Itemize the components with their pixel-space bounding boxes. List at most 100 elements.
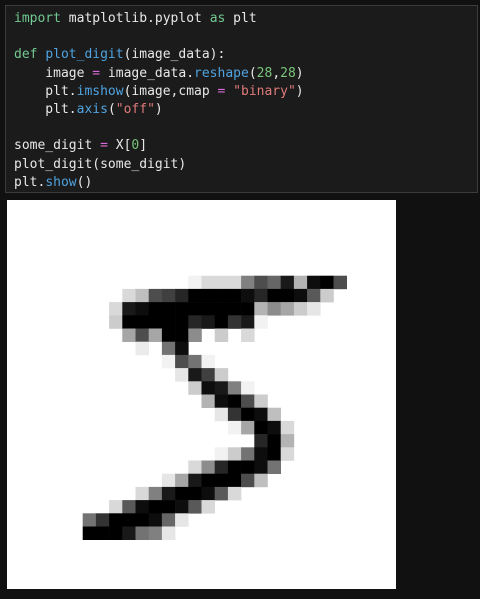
code-token: 28 (280, 65, 296, 81)
digit-pixel (188, 302, 202, 316)
digit-pixel (241, 460, 255, 474)
digit-pixel (280, 275, 295, 290)
digit-pixel (188, 486, 202, 501)
digit-pixel (161, 288, 176, 303)
code-token: image (14, 65, 93, 81)
digit-pixel (161, 473, 176, 488)
digit-pixel (227, 407, 242, 422)
code-line: import matplotlib.pyplot as plt (14, 10, 469, 28)
digit-pixel (201, 460, 215, 474)
digit-pixel (109, 526, 123, 540)
code-token: as (209, 11, 226, 26)
code-token: (image,cmap (123, 83, 218, 99)
code-token: ] (139, 138, 148, 154)
digit-pixel (109, 513, 123, 527)
code-token: matplotlib.pyplot (60, 11, 210, 26)
digit-pixel (201, 354, 215, 369)
digit-pixel (227, 473, 242, 488)
digit-pixel (214, 302, 229, 316)
digit-pixel (241, 473, 255, 488)
digit-pixel (254, 407, 268, 422)
digit-pixel (188, 288, 202, 303)
digit-pixel (82, 513, 97, 527)
digit-pixel (188, 275, 202, 290)
digit-pixel (175, 473, 189, 488)
code-token: imshow (76, 83, 124, 99)
digit-pixel (280, 288, 295, 303)
digit-pixel (267, 434, 281, 448)
digit-pixel (188, 500, 202, 514)
digit-pixel (227, 288, 242, 303)
digit-pixel (188, 381, 202, 395)
digit-pixel (214, 486, 229, 501)
digit-pixel (280, 420, 295, 435)
digit-pixel (175, 354, 189, 369)
digit-pixel (95, 513, 110, 527)
code-line: plt.axis("off") (14, 101, 469, 119)
code-cell[interactable]: import matplotlib.pyplot as plt def plot… (5, 5, 478, 193)
digit-pixel (227, 486, 242, 501)
code-token: plt. (14, 101, 77, 117)
digit-pixel (241, 315, 255, 329)
code-line: plot_digit(some_digit) (14, 156, 469, 174)
digit-pixel (175, 315, 189, 329)
code-token: plot_digit(some_digit) (14, 156, 187, 172)
digit-pixel (201, 315, 215, 329)
digit-pixel (148, 486, 163, 501)
digit-pixel (161, 354, 176, 369)
digit-pixel (254, 302, 268, 316)
digit-pixel (241, 302, 255, 316)
digit-pixel (267, 275, 281, 290)
code-token: 28 (256, 65, 273, 81)
digit-pixel (109, 500, 123, 514)
digit-pixel (122, 288, 136, 303)
digit-pixel (254, 315, 268, 329)
code-token: (image_data): (123, 47, 226, 63)
digit-pixel (175, 302, 189, 316)
digit-pixel (267, 420, 281, 435)
digit-pixel (307, 288, 321, 303)
code-editor[interactable]: import matplotlib.pyplot as plt def plot… (14, 10, 469, 192)
digit-pixel (280, 434, 295, 448)
code-line: some_digit = X[0] (14, 137, 469, 155)
digit-pixel (175, 288, 189, 303)
digit-pixel (135, 513, 149, 527)
digit-pixel (148, 315, 163, 329)
digit-pixel (254, 420, 268, 435)
digit-pixel (214, 447, 229, 461)
digit-pixel (241, 275, 255, 290)
digit-pixel (214, 460, 229, 474)
digit-pixel (214, 275, 229, 290)
digit-pixel (161, 526, 176, 540)
digit-pixel (135, 328, 149, 342)
digit-pixel (227, 447, 242, 461)
digit-pixel (201, 288, 215, 303)
digit-pixel (267, 407, 281, 422)
digit-pixel (148, 302, 163, 316)
digit-pixel (161, 486, 176, 501)
digit-pixel (307, 302, 321, 316)
digit-pixel (254, 394, 268, 408)
digit-pixel (227, 460, 242, 474)
digit-pixel (214, 368, 229, 382)
digit-pixel (254, 288, 268, 303)
digit-pixel (227, 302, 242, 316)
digit-pixel (148, 328, 163, 342)
digit-pixel (95, 526, 110, 540)
digit-pixel (201, 500, 215, 514)
digit-pixel (175, 513, 189, 527)
code-token: ) (295, 65, 304, 81)
digit-pixel (241, 328, 255, 342)
digit-pixel (135, 288, 149, 303)
digit-pixel (175, 328, 189, 342)
code-token: , (272, 65, 281, 81)
digit-pixel (135, 526, 149, 540)
digit-pixel (122, 526, 136, 540)
code-token: ( (248, 65, 257, 81)
digit-pixel (135, 500, 149, 514)
digit-pixel (214, 407, 229, 422)
digit-pixel (161, 513, 176, 527)
code-token: ) (154, 101, 163, 117)
code-token: some_digit (14, 138, 101, 154)
digit-pixel (241, 420, 255, 435)
